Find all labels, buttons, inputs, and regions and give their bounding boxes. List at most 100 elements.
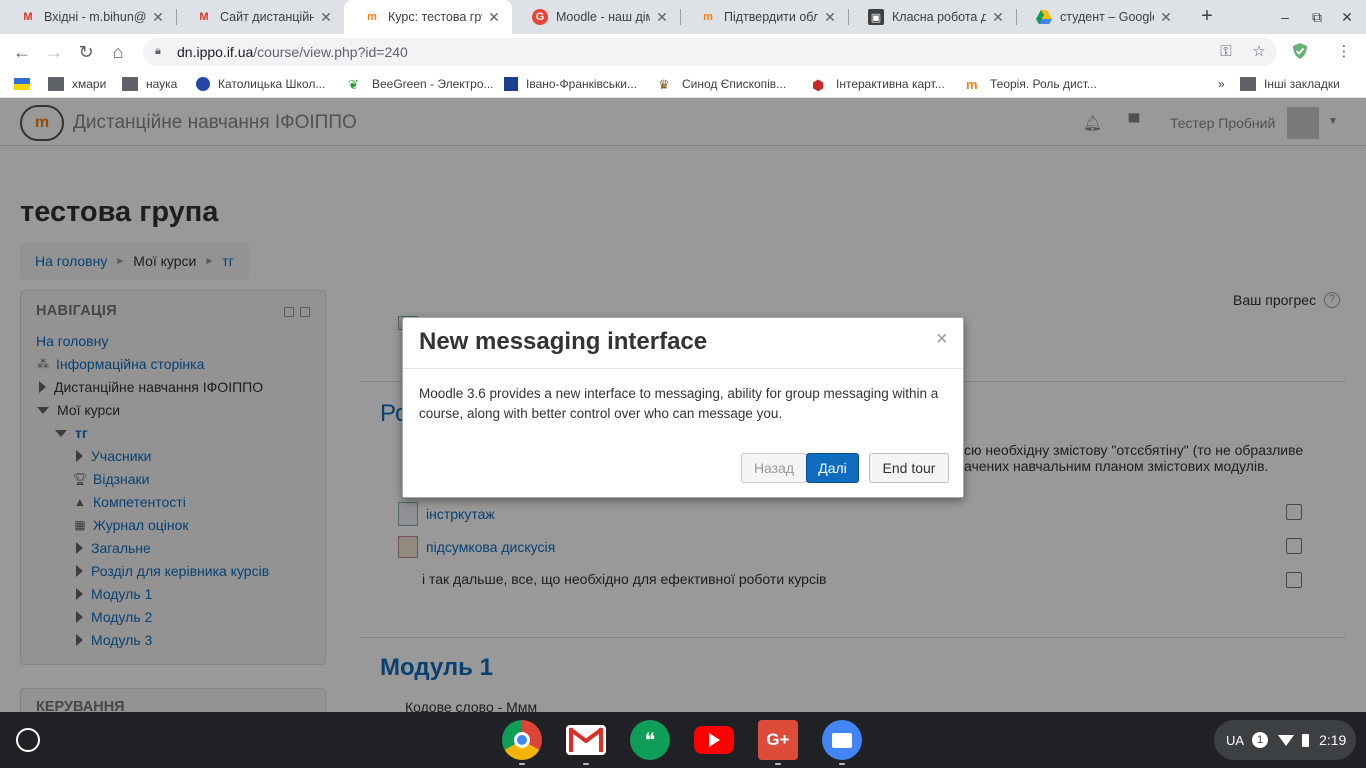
- gmail-icon[interactable]: [566, 725, 606, 755]
- bookmark-label: наука: [146, 77, 178, 91]
- close-tab-icon[interactable]: ✕: [486, 9, 502, 26]
- end-tour-button[interactable]: End tour: [869, 453, 949, 483]
- tab-confirm-account[interactable]: m Підтвердити облік ✕: [680, 0, 848, 34]
- address-bar[interactable]: 🔒︎ dn.ippo.if.ua/course/view.php?id=240: [143, 38, 1277, 66]
- lock-icon: 🔒︎: [155, 45, 161, 57]
- browser-toolbar: ← → ↻ ⌂ 🔒︎ dn.ippo.if.ua/course/view.php…: [0, 34, 1366, 70]
- minimize-icon[interactable]: –: [1276, 8, 1294, 26]
- folder-icon: [1240, 77, 1256, 91]
- calendar-icon: [504, 77, 518, 91]
- divider: [403, 368, 963, 369]
- bookmark-folder-science[interactable]: наука: [122, 75, 177, 93]
- reload-icon[interactable]: ↻: [74, 40, 98, 64]
- close-tab-icon[interactable]: ✕: [318, 9, 334, 26]
- tab-title: Вхідні - m.bihun@if: [44, 10, 146, 24]
- gmail-icon: M: [199, 11, 209, 23]
- user-tour-dialog: New messaging interface × Moodle 3.6 pro…: [402, 317, 964, 498]
- running-indicator: [839, 763, 845, 765]
- dialog-footer: Назад Далі End tour: [403, 438, 963, 497]
- tab-classroom[interactable]: ▣ Класна робота дл ✕: [848, 0, 1016, 34]
- tab-gmail-site[interactable]: M Сайт дистанційно ✕: [176, 0, 344, 34]
- tab-course-active[interactable]: m Курс: тестова груп ✕: [344, 0, 512, 34]
- crest-icon: ♛: [658, 77, 670, 92]
- restore-icon[interactable]: ⧉: [1308, 8, 1326, 26]
- folder-icon: [122, 77, 138, 91]
- tab-title: Курс: тестова груп: [388, 10, 482, 24]
- running-indicator: [519, 763, 525, 765]
- bookmark-label: Івано-Франківськи...: [526, 77, 638, 91]
- tab-moodle-home[interactable]: G Moodle - наш дім ( ✕: [512, 0, 680, 34]
- adguard-shield-icon[interactable]: [1290, 42, 1310, 62]
- star-bookmark-icon[interactable]: ☆: [1249, 42, 1269, 62]
- moodle-icon: m: [367, 11, 377, 23]
- bookmark-theory[interactable]: m Теорія. Роль дист...: [966, 75, 1097, 93]
- bookmark-interactive-map[interactable]: ⬢ Інтерактивна карт...: [812, 75, 945, 93]
- status-tray[interactable]: UA 1 2:19: [1214, 720, 1356, 760]
- next-button[interactable]: Далі: [806, 453, 859, 483]
- bookmark-label: Інші закладки: [1264, 77, 1340, 91]
- bookmark-synod[interactable]: ♛ Синод Єпископів...: [658, 75, 786, 93]
- overflow-chevron-icon: »: [1218, 77, 1225, 91]
- back-button[interactable]: Назад: [741, 453, 807, 483]
- tab-title: Підтвердити облік: [724, 10, 818, 24]
- flag-icon: [14, 78, 30, 90]
- drive-icon: [1036, 9, 1052, 25]
- chrome-icon[interactable]: [502, 720, 542, 760]
- bookmarks-overflow-button[interactable]: »: [1218, 75, 1225, 93]
- bookmark-beegreen[interactable]: ❦ BeeGreen - Электро...: [348, 75, 494, 93]
- bookmark-catholic-school[interactable]: Католицька Школ...: [196, 75, 325, 93]
- running-indicator: [775, 763, 781, 765]
- bookmark-folder-clouds[interactable]: хмари: [48, 75, 106, 93]
- bookmark-flag[interactable]: [14, 75, 38, 93]
- forward-arrow-icon[interactable]: →: [42, 40, 66, 64]
- url-path: /course/view.php?id=240: [253, 44, 408, 60]
- tab-title: студент – Google Д: [1060, 10, 1154, 24]
- bookmark-label: Теорія. Роль дист...: [990, 77, 1097, 91]
- bookmark-label: Синод Єпископів...: [682, 77, 787, 91]
- map-pin-icon: ⬢: [812, 77, 825, 93]
- notification-count-badge: 1: [1252, 732, 1269, 748]
- tab-title: Moodle - наш дім (: [556, 10, 650, 24]
- bookmark-label: Католицька Школ...: [218, 77, 326, 91]
- youtube-icon[interactable]: [694, 726, 734, 754]
- new-tab-button[interactable]: +: [1196, 5, 1218, 27]
- moodle-icon: m: [966, 77, 978, 92]
- wifi-icon: [1278, 734, 1295, 746]
- hangouts-icon[interactable]: ❝: [630, 720, 670, 760]
- clock: 2:19: [1319, 732, 1347, 748]
- tab-strip: M Вхідні - m.bihun@if ✕ M Сайт дистанцій…: [0, 0, 1366, 34]
- dialog-title: New messaging interface: [419, 328, 708, 355]
- beegreen-icon: ❦: [348, 77, 359, 92]
- close-icon[interactable]: ×: [936, 328, 948, 351]
- bookmark-label: BeeGreen - Электро...: [372, 77, 494, 91]
- battery-icon: [1302, 733, 1310, 747]
- google-icon: G: [532, 9, 548, 25]
- close-tab-icon[interactable]: ✕: [1158, 9, 1174, 26]
- close-tab-icon[interactable]: ✕: [822, 9, 838, 26]
- close-window-icon[interactable]: ✕: [1338, 8, 1356, 26]
- os-shelf: ❝ G+ UA 1 2:19: [0, 712, 1366, 768]
- close-tab-icon[interactable]: ✕: [150, 9, 166, 26]
- bookmark-ivano-frankivsk[interactable]: Івано-Франківськи...: [504, 75, 637, 93]
- tab-title: Класна робота дл: [892, 10, 986, 24]
- key-icon[interactable]: ⚿: [1216, 42, 1236, 62]
- running-indicator: [583, 763, 589, 765]
- tab-google-drive[interactable]: студент – Google Д ✕: [1016, 0, 1184, 34]
- home-icon[interactable]: ⌂: [106, 40, 130, 64]
- tab-title: Сайт дистанційно: [220, 10, 314, 24]
- gmail-icon: M: [23, 11, 33, 23]
- bookmarks-bar: хмари наука Католицька Школ... ❦ BeeGree…: [0, 70, 1366, 98]
- bookmark-label: Інтерактивна карт...: [836, 77, 945, 91]
- google-plus-icon[interactable]: G+: [758, 720, 798, 760]
- close-tab-icon[interactable]: ✕: [990, 9, 1006, 26]
- launcher-icon[interactable]: [16, 728, 40, 752]
- back-arrow-icon[interactable]: ←: [10, 40, 34, 64]
- tab-gmail-inbox[interactable]: M Вхідні - m.bihun@if ✕: [0, 0, 176, 34]
- bookmark-folder-other[interactable]: Інші закладки: [1240, 75, 1340, 93]
- menu-kebab-icon[interactable]: ⋮: [1334, 42, 1354, 62]
- close-tab-icon[interactable]: ✕: [654, 9, 670, 26]
- bookmark-label: хмари: [72, 77, 107, 91]
- files-icon[interactable]: [822, 720, 862, 760]
- url-host: dn.ippo.if.ua: [177, 44, 254, 60]
- input-language: UA: [1226, 732, 1245, 748]
